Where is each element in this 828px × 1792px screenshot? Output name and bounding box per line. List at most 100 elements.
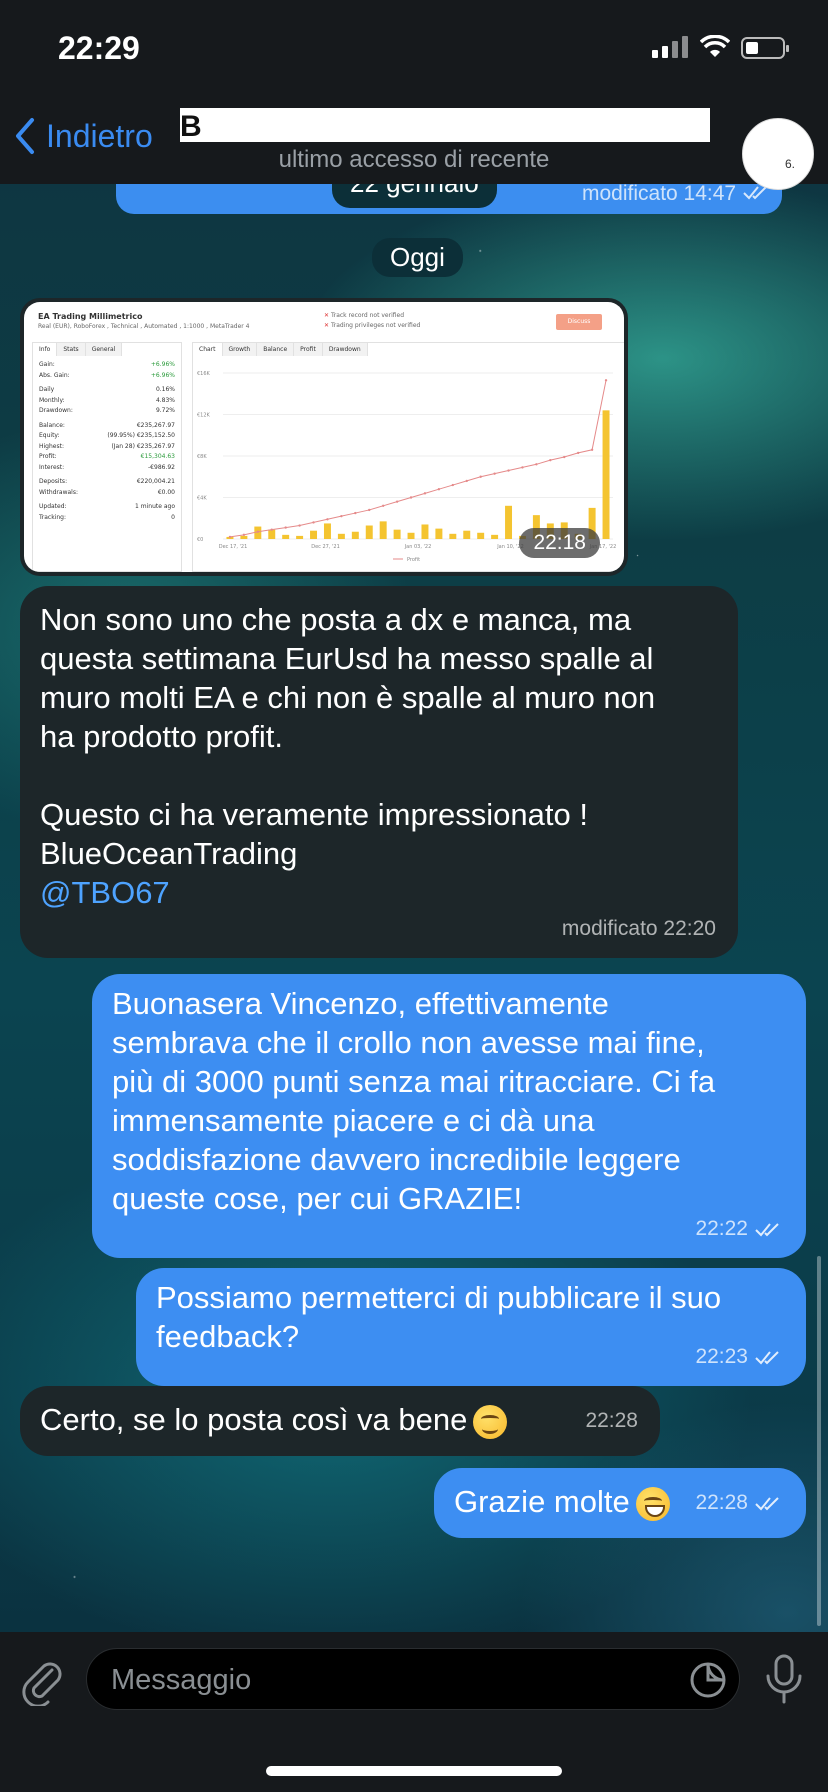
message-meta: 22:23	[695, 1337, 784, 1376]
status-bar: 22:29	[0, 0, 828, 100]
microphone-icon[interactable]	[762, 1652, 806, 1706]
stat-row: Abs. Gain: +6.96%	[33, 371, 181, 382]
message-bubble-incoming[interactable]: Non sono uno che posta a dx e manca, ma q…	[20, 586, 738, 958]
message-line: feedback?	[156, 1319, 300, 1354]
stat-value: (99.95%) €235,152.50	[107, 432, 175, 439]
profit-bar	[379, 521, 387, 539]
message-bubble-incoming[interactable]: Certo, se lo posta così va bene 22:28	[20, 1386, 660, 1456]
shot-tab: Growth	[222, 343, 258, 356]
message-line: Non sono uno che posta a dx e manca, ma	[40, 602, 632, 637]
message-line: immensamente piacere e ci dà una	[112, 1103, 595, 1138]
message-meta: modificato 22:20	[562, 909, 716, 948]
growth-point	[256, 530, 260, 533]
x-tick-label: Dec 27, '21	[311, 544, 340, 550]
message-line: queste cose, per cui GRAZIE!	[112, 1181, 523, 1216]
shot-warning-2: ✕ Trading privileges not verified	[324, 322, 421, 329]
message-time: modificato 14:47	[582, 182, 737, 205]
message-input[interactable]: Messaggio	[86, 1648, 740, 1710]
avatar[interactable]: 6.	[742, 118, 814, 190]
stat-value: €0.00	[157, 488, 175, 496]
y-tick-label: €16K	[197, 371, 211, 377]
growth-point	[493, 472, 496, 475]
growth-point	[312, 521, 315, 524]
message-text: Non sono uno che posta a dx e manca, ma q…	[40, 600, 718, 873]
growth-point	[535, 463, 538, 466]
contact-name-redacted[interactable]	[180, 108, 710, 142]
photo-time: 22:18	[519, 528, 600, 558]
profit-bar	[491, 534, 499, 539]
message-time: 22:22	[695, 1217, 748, 1240]
message-bubble-outgoing[interactable]: Possiamo permetterci di pubblicare il su…	[136, 1268, 806, 1386]
profit-bar	[435, 528, 443, 539]
message-bubble-outgoing[interactable]: Buonasera Vincenzo, effettivamente sembra…	[92, 974, 806, 1258]
stat-label: Monthly:	[39, 396, 65, 404]
message-line: Questo ci ha veramente impressionato !	[40, 797, 588, 832]
chat-header: Indietro B ultimo accesso di recente 6.	[0, 100, 828, 190]
shot-tab: Profit	[294, 343, 323, 356]
stat-label: Tracking:	[39, 513, 66, 521]
attachment-paperclip-icon[interactable]	[20, 1656, 64, 1706]
stat-value: +6.96%	[150, 371, 175, 379]
stat-row: Daily 0.16%	[33, 385, 181, 396]
shot-stats-list: Gain: +6.96% Abs. Gain: +6.96% Daily 0.16% Mon…	[33, 360, 181, 523]
growth-point	[395, 500, 399, 503]
profit-bar	[505, 505, 513, 539]
mention-link[interactable]: @TBO67	[40, 873, 718, 912]
stat-row: Profit: €15,304.63	[33, 452, 181, 463]
home-indicator[interactable]	[266, 1766, 562, 1776]
stat-label: Highest:	[39, 442, 64, 450]
double-check-icon	[755, 1350, 779, 1364]
message-line: Buonasera Vincenzo, effettivamente	[112, 986, 609, 1021]
cellular-signal-icon	[652, 36, 688, 58]
growth-point	[604, 379, 608, 382]
stat-value: 0	[171, 513, 175, 521]
growth-point	[507, 469, 510, 472]
growth-point	[326, 518, 329, 521]
profit-bar	[421, 524, 429, 539]
stat-row: Withdrawals: €0.00	[33, 488, 181, 499]
stat-value: 9.72%	[155, 407, 175, 414]
growth-line	[229, 380, 607, 538]
stat-label: Abs. Gain:	[39, 371, 70, 379]
stat-value: -€986.92	[148, 463, 175, 471]
shot-right-tabs: Chart Growth Balance Profit Drawdown	[193, 343, 624, 356]
stat-row: Deposits: €220,004.21	[33, 477, 181, 488]
warning-text: Track record not verified	[330, 312, 405, 319]
stat-row: Updated: 1 minute ago	[33, 502, 181, 513]
stat-label: Gain:	[39, 361, 55, 368]
growth-point	[228, 535, 232, 539]
message-meta: 22:22	[695, 1209, 784, 1248]
growth-point	[437, 488, 441, 491]
profit-bar	[449, 533, 457, 539]
profit-bar	[268, 529, 276, 539]
photo-message[interactable]: EA Trading Millimetrico Real (EUR), Robo…	[20, 298, 628, 576]
double-check-icon	[755, 1496, 779, 1510]
shot-subtitle: Real (EUR), RoboForex , Technical , Auto…	[38, 323, 250, 330]
scrollbar[interactable]	[817, 1256, 821, 1626]
message-time: 22:23	[695, 1345, 748, 1368]
growth-point	[284, 526, 287, 529]
message-meta: 22:28	[585, 1401, 638, 1440]
stat-value: €235,267.97	[136, 421, 175, 429]
message-line: Possiamo permetterci di pubblicare il su…	[156, 1280, 722, 1315]
shot-left-tabs: Info Stats General	[33, 343, 181, 356]
stat-label: Deposits:	[39, 478, 68, 485]
wifi-icon	[700, 35, 730, 57]
sticker-icon[interactable]	[689, 1661, 727, 1699]
grinning-face-emoji-icon	[635, 1486, 670, 1521]
growth-point	[521, 466, 524, 469]
stat-row: Tracking: 0	[33, 513, 181, 524]
message-text: Certo, se lo posta così va bene	[40, 1402, 468, 1437]
growth-point	[479, 475, 482, 478]
profit-bar	[393, 529, 401, 539]
profit-bar	[310, 530, 318, 539]
message-input-placeholder: Messaggio	[111, 1664, 252, 1696]
message-line: più di 3000 punti senza mai ritracciare.…	[112, 1064, 716, 1099]
y-tick-label: €4K	[197, 496, 207, 502]
status-time: 22:29	[58, 30, 140, 66]
message-line	[40, 756, 718, 795]
stat-label: Profit:	[39, 453, 57, 460]
message-bubble-outgoing[interactable]: Grazie molte 22:28	[434, 1468, 806, 1538]
profit-bar	[602, 410, 610, 539]
profit-bar	[337, 533, 345, 539]
